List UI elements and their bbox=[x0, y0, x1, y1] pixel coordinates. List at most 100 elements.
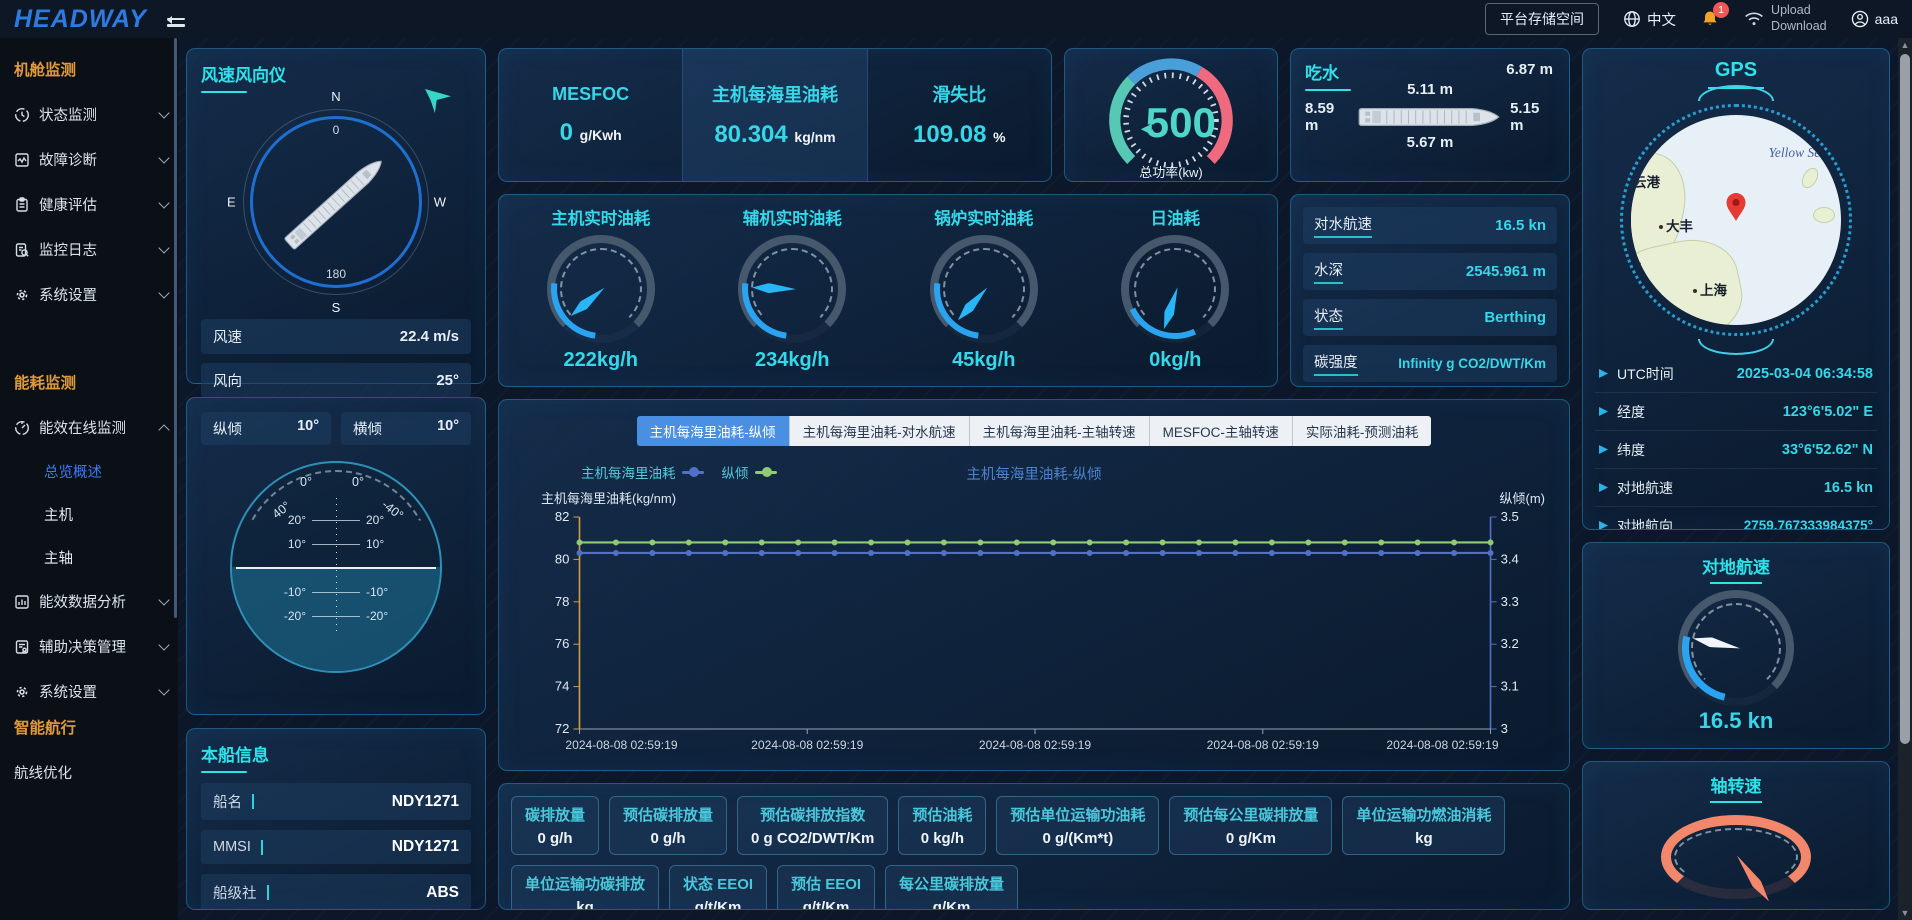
sidebar-item-system-settings[interactable]: 系统设置 bbox=[0, 272, 178, 317]
kpi-label: 主机每海里油耗 bbox=[712, 81, 838, 107]
svg-text:3.3: 3.3 bbox=[1501, 594, 1519, 609]
scroll-down-arrow[interactable]: ▼ bbox=[1898, 908, 1912, 918]
chevron-down-icon bbox=[158, 684, 169, 695]
fuel-gauges-panel: 主机实时油耗 222kg/h 辅机实时油耗 234kg/h 锅炉实时油耗 45k… bbox=[498, 194, 1278, 387]
sidebar-subitem-overview[interactable]: 总览概述 bbox=[0, 450, 178, 493]
sidebar-item-monitoring-logs[interactable]: 监控日志 bbox=[0, 227, 178, 272]
scrollbar-thumb[interactable] bbox=[1900, 54, 1910, 744]
scroll-up-arrow[interactable]: ▲ bbox=[1898, 40, 1912, 50]
svg-text:76: 76 bbox=[555, 636, 570, 651]
shaft-title: 轴转速 bbox=[1710, 772, 1762, 803]
sog-gauge-panel: 对地航速 16.5 kn bbox=[1582, 542, 1890, 749]
efficiency-icon bbox=[14, 420, 30, 436]
badge-value: 0 g/h bbox=[623, 830, 713, 847]
line-chart[interactable]: 8280787674723.53.43.33.23.132024-08-08 0… bbox=[515, 507, 1553, 759]
compass-zero-label: 0 bbox=[333, 123, 340, 137]
incl-apex-right-label: 0° bbox=[352, 475, 364, 489]
row-label: 状态 bbox=[1314, 305, 1343, 330]
scale-label: -20° bbox=[272, 609, 306, 623]
kpi-fuel-per-nm: 主机每海里油耗 80.304 kg/nm bbox=[682, 49, 867, 181]
sidebar-item-decision-support[interactable]: 辅助决策管理 bbox=[0, 624, 178, 669]
svg-text:3.2: 3.2 bbox=[1501, 636, 1519, 651]
kpi-value: 0 bbox=[560, 119, 573, 146]
mmsi-value: NDY1271 bbox=[273, 838, 459, 856]
sidebar-item-status-monitoring[interactable]: 状态监测 bbox=[0, 92, 178, 137]
svg-text:2024-08-08 02:59:19: 2024-08-08 02:59:19 bbox=[565, 738, 677, 752]
gps-panel: GPS Yellow Sea 云港 大丰 京 上海 UTC时间2025-03-0… bbox=[1582, 48, 1890, 530]
badge-label: 单位运输功碳排放 bbox=[525, 873, 645, 894]
carbon-badge: 预估碳排放量 0 g/h bbox=[609, 796, 727, 855]
trim-label: 纵倾 bbox=[213, 418, 242, 439]
svg-text:74: 74 bbox=[555, 679, 570, 694]
tab-fuel-stw[interactable]: 主机每海里油耗-对水航速 bbox=[790, 416, 970, 446]
sidebar-item-route-optimization[interactable]: 航线优化 bbox=[0, 750, 178, 795]
badge-label: 预估 EEOI bbox=[791, 873, 861, 894]
draft-starboard-value: 5.15 m bbox=[1510, 100, 1555, 134]
headway-logo: HEADWAY bbox=[14, 5, 147, 34]
incl-scale-row: 20°20° bbox=[272, 513, 400, 527]
legend-label: 主机每海里油耗 bbox=[581, 462, 676, 482]
tab-mesfoc-shaft-rpm[interactable]: MESFOC-主轴转速 bbox=[1150, 416, 1293, 446]
incl-scale-row: -20°-20° bbox=[272, 609, 400, 623]
sidebar-collapse-icon[interactable] bbox=[163, 11, 185, 27]
badge-label: 预估碳排放量 bbox=[623, 804, 713, 825]
tab-actual-vs-predicted[interactable]: 实际油耗-预测油耗 bbox=[1293, 416, 1432, 446]
compass-west-label: W bbox=[434, 195, 446, 210]
gauge-dial bbox=[1121, 235, 1229, 343]
carbon-badge: 单位运输功碳排放kg bbox=[511, 865, 659, 910]
platform-storage-button[interactable]: 平台存储空间 bbox=[1485, 3, 1599, 35]
sidebar-item-energy-data-analysis[interactable]: 能效数据分析 bbox=[0, 579, 178, 624]
badge-value: 0 g/(Km*t) bbox=[1010, 830, 1145, 847]
language-switcher[interactable]: 中文 bbox=[1623, 9, 1676, 30]
row-label: UTC时间 bbox=[1617, 364, 1674, 384]
sidebar-item-label: 能效数据分析 bbox=[39, 591, 151, 612]
gauge-dial bbox=[547, 235, 655, 343]
scale-label: -10° bbox=[366, 585, 400, 599]
tab-fuel-shaft-rpm[interactable]: 主机每海里油耗-主轴转速 bbox=[970, 416, 1150, 446]
badge-label: 状态 EEOI bbox=[683, 873, 753, 894]
sidebar-item-fault-diagnosis[interactable]: 故障诊断 bbox=[0, 137, 178, 182]
row-value: Infinity g CO2/DWT/Km bbox=[1398, 356, 1546, 371]
kpi-slip-ratio: 滑失比 109.08 % bbox=[868, 49, 1051, 181]
language-label: 中文 bbox=[1647, 9, 1676, 30]
badge-label: 预估每公里碳排放量 bbox=[1183, 804, 1318, 825]
kpi-label: 滑失比 bbox=[932, 81, 986, 107]
notifications-bell[interactable]: 1 bbox=[1700, 9, 1720, 29]
gauge-dial bbox=[930, 235, 1038, 343]
legend-item-fuel[interactable]: 主机每海里油耗 bbox=[581, 462, 704, 482]
badge-value: kg bbox=[1356, 830, 1491, 847]
chevron-down-icon bbox=[158, 639, 169, 650]
legend-marker bbox=[755, 471, 777, 474]
upload-download[interactable]: UploadDownload bbox=[1744, 3, 1827, 34]
main-content: 风速风向仪 N S E W 0 180 风速 22.4 m/s 风向 25° bbox=[178, 38, 1898, 920]
scale-label: 20° bbox=[366, 513, 400, 527]
row-label: 对水航速 bbox=[1314, 213, 1372, 238]
sidebar-subitem-main-shaft[interactable]: 主轴 bbox=[0, 536, 178, 579]
chart-legend: 主机每海里油耗 纵倾 bbox=[581, 462, 777, 482]
page-scrollbar[interactable]: ▲ ▼ bbox=[1898, 38, 1912, 920]
sog-gauge bbox=[1678, 590, 1794, 706]
row-value: 16.5 kn bbox=[1495, 217, 1546, 234]
section-title-energy-monitoring: 能耗监测 bbox=[0, 361, 178, 405]
daily-fuel-gauge: 日油耗 0kg/h bbox=[1080, 205, 1272, 378]
city-partial-label: 京 bbox=[1631, 257, 1642, 277]
ship-name-label: 船名 bbox=[213, 791, 242, 812]
tab-fuel-trim[interactable]: 主机每海里油耗-纵倾 bbox=[637, 416, 790, 446]
badge-label: 预估油耗 bbox=[912, 804, 972, 825]
left-axis-name: 主机每海里油耗(kg/nm) bbox=[541, 488, 676, 507]
legend-item-trim[interactable]: 纵倾 bbox=[722, 462, 777, 482]
sidebar-item-system-settings-2[interactable]: 系统设置 bbox=[0, 669, 178, 714]
svg-text:3: 3 bbox=[1501, 721, 1508, 736]
username: aaa bbox=[1875, 11, 1898, 27]
legend-label: 纵倾 bbox=[722, 462, 749, 482]
user-menu[interactable]: aaa bbox=[1851, 10, 1898, 28]
total-power-label: 总功率(kw) bbox=[1139, 162, 1203, 181]
sidebar-scrollbar-thumb[interactable] bbox=[174, 38, 177, 618]
heel-row: 横倾 10° bbox=[341, 412, 471, 445]
row-value: 2759.767333984375° bbox=[1673, 518, 1873, 530]
carbon-badge: 预估每公里碳排放量0 g/Km bbox=[1169, 796, 1332, 855]
sidebar-item-energy-online-monitoring[interactable]: 能效在线监测 bbox=[0, 405, 178, 450]
sidebar-item-health-assessment[interactable]: 健康评估 bbox=[0, 182, 178, 227]
row-value: Berthing bbox=[1484, 309, 1546, 326]
sidebar-subitem-main-engine[interactable]: 主机 bbox=[0, 493, 178, 536]
